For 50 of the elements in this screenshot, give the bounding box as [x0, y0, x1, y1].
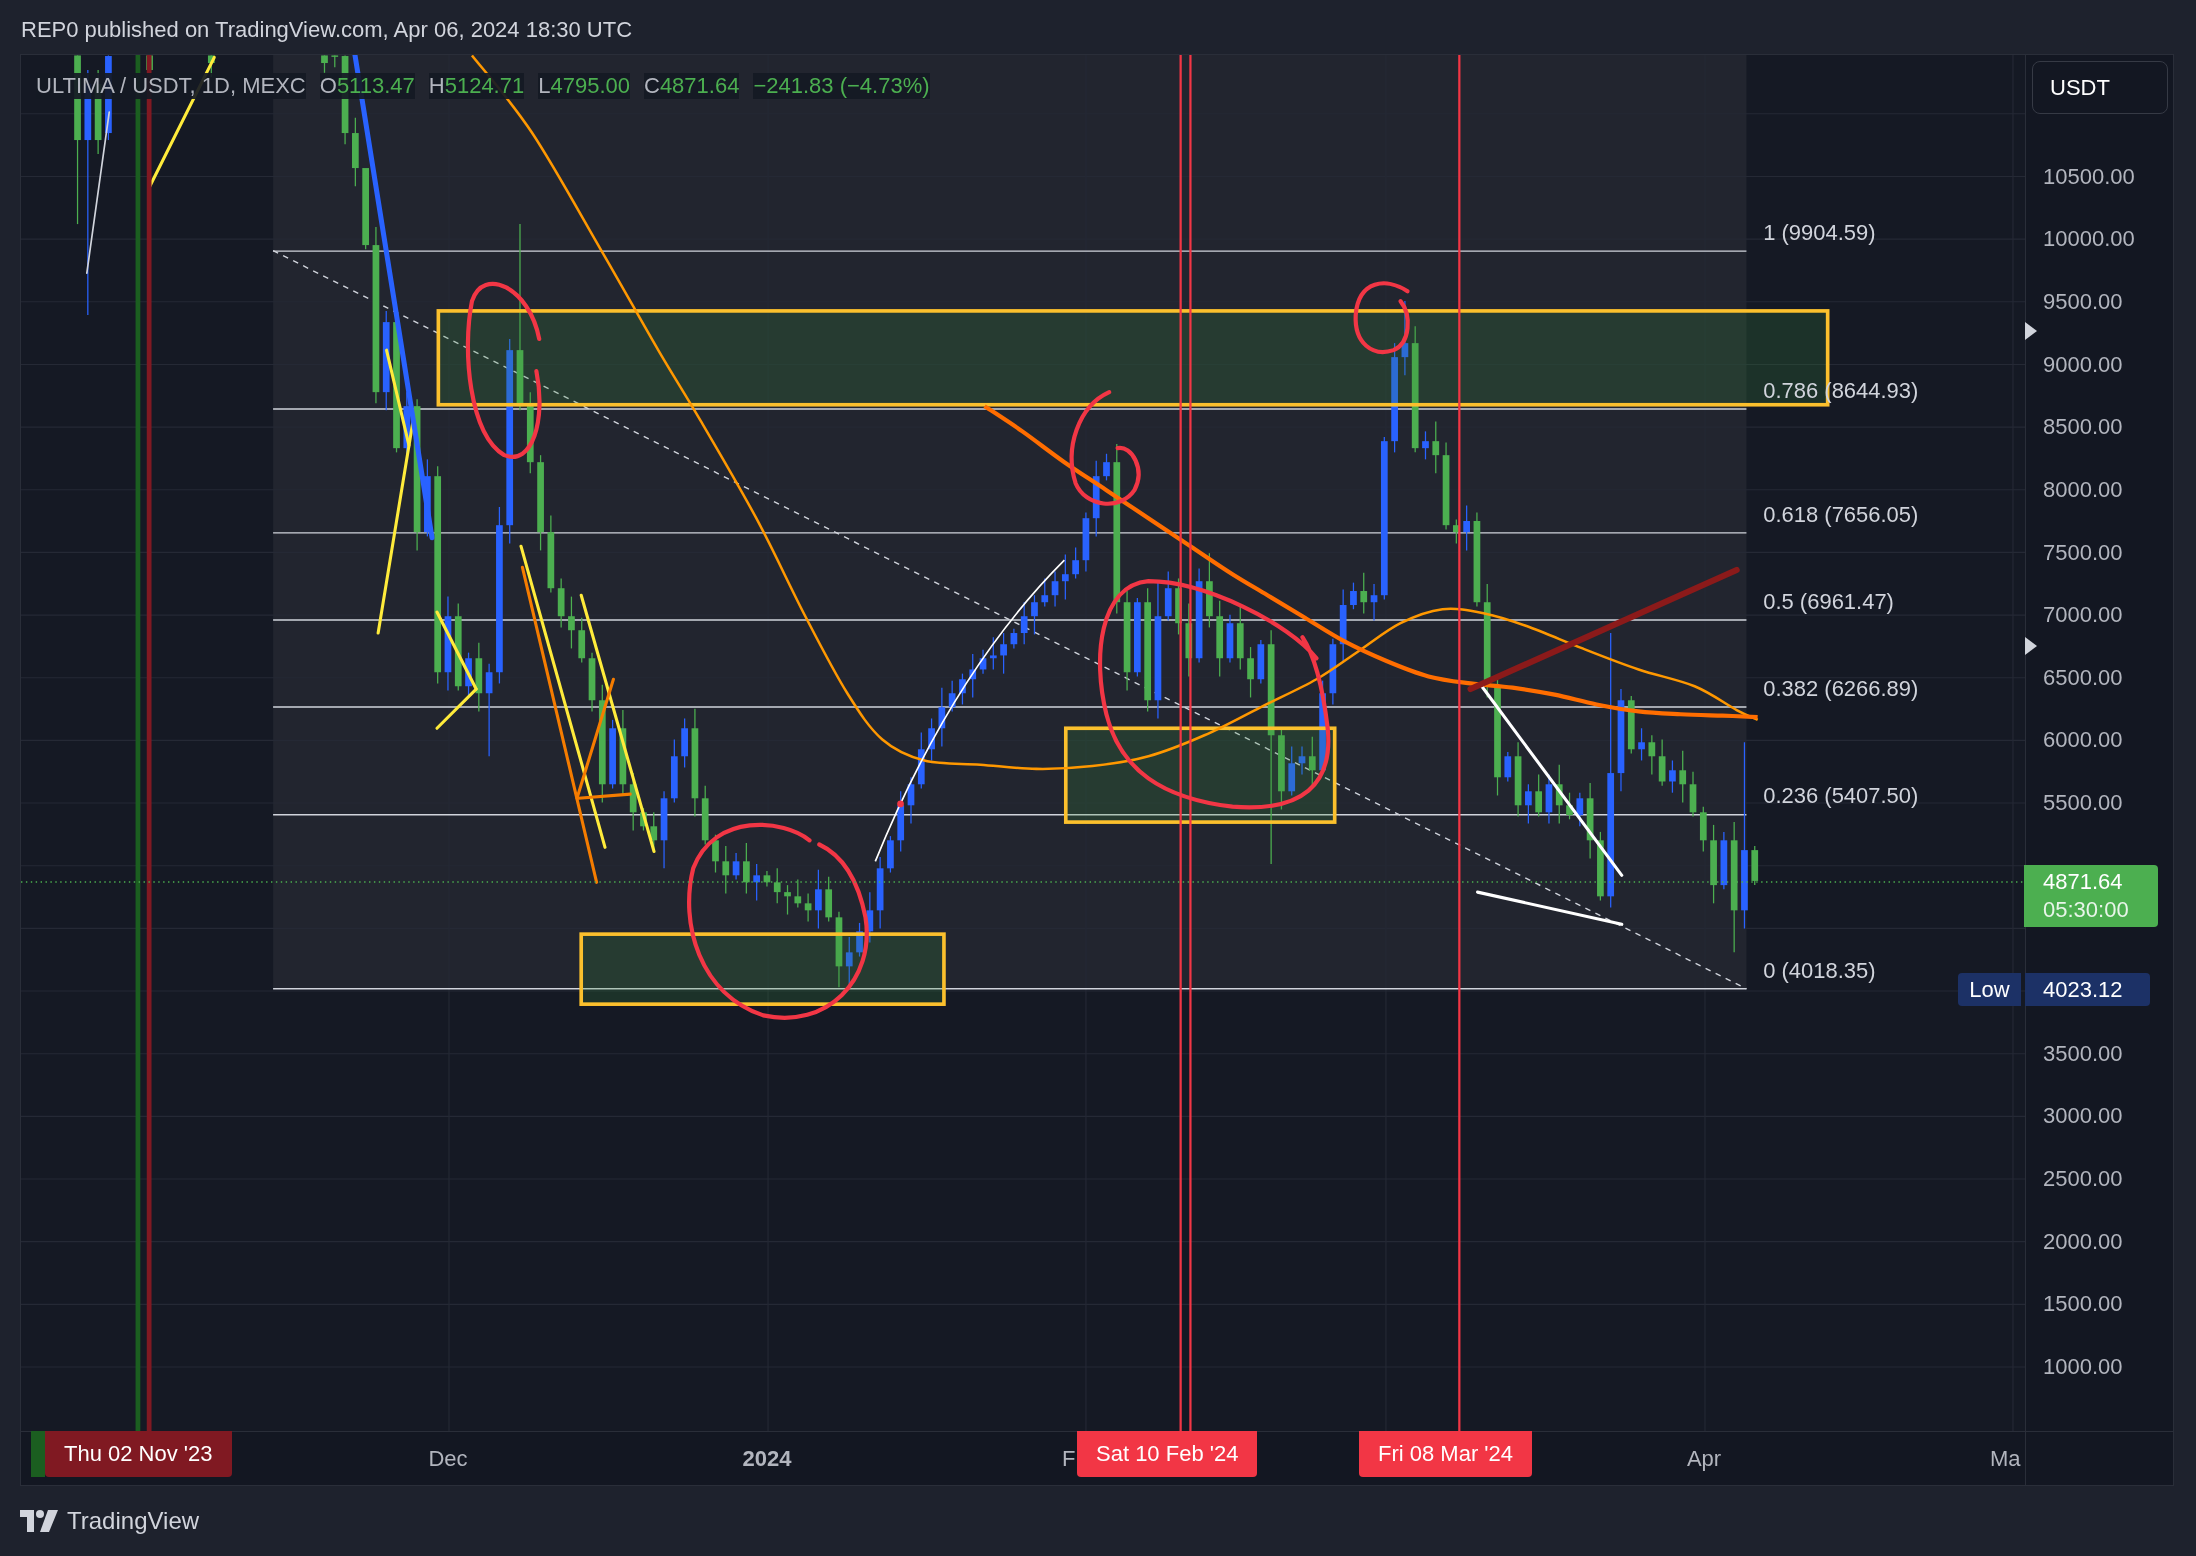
fib-level-label: 1 (9904.59)	[1763, 219, 1876, 245]
price-tick-label: 1000.00	[2043, 1354, 2123, 1380]
price-tick-label: 6500.00	[2043, 664, 2123, 691]
ohlc-label: L	[538, 73, 551, 99]
fib-level-label: 0.236 (5407.50)	[1763, 783, 1919, 809]
triangle-icon	[2025, 637, 2037, 655]
brand-name: TradingView	[67, 1507, 200, 1535]
ohlc-value: 4795.00	[550, 73, 630, 99]
price-tick-label: 7500.00	[2043, 539, 2123, 566]
publication-caption: REP0 published on TradingView.com, Apr 06, 2024 18:30 UTC	[21, 17, 633, 43]
price-value: 4871.64	[2043, 868, 2124, 896]
ohlc-value: 5124.71	[444, 73, 525, 99]
date-marker-badge: Thu 02 Nov '23	[45, 1431, 232, 1477]
price-change: −241.83 (−4.73%)	[753, 73, 930, 99]
fib-level-label: 0.382 (6266.89)	[1763, 675, 1919, 701]
symbol-title: ULTIMA / USDT, 1D, MEXC	[36, 73, 306, 99]
date-tick-label: Apr	[1686, 1446, 1722, 1472]
price-tick-label: 2000.00	[2043, 1228, 2123, 1255]
low-price-badge: 4023.12	[2025, 973, 2150, 1006]
price-tick-label: 3500.00	[2043, 1040, 2123, 1067]
ohlc-value: 5113.47	[336, 73, 415, 99]
price-tick-label: 10500.00	[2043, 163, 2135, 190]
price-tick-label: 9500.00	[2043, 288, 2123, 315]
low-label: Low	[1958, 973, 2021, 1006]
fib-level-label: 0.5 (6961.47)	[1763, 588, 1894, 614]
countdown-timer: 05:30:00	[2043, 896, 2130, 924]
ohlc-value: 4871.64	[659, 73, 740, 99]
date-marker-badge: Sat 10 Feb '24	[1077, 1431, 1258, 1477]
price-tick-label: 6000.00	[2043, 727, 2123, 754]
date-tick-label: F	[1062, 1446, 1076, 1472]
triangle-icon	[2025, 322, 2037, 340]
logo-icon	[20, 1510, 58, 1532]
price-tick-label: 8000.00	[2043, 476, 2123, 503]
price-tick-label: 3000.00	[2043, 1103, 2123, 1130]
price-tick-label: 1500.00	[2043, 1291, 2123, 1318]
fib-level-label: 0.618 (7656.05)	[1763, 501, 1919, 527]
price-tick-label: 2500.00	[2043, 1166, 2123, 1193]
date-tick-label: 2024	[742, 1446, 792, 1472]
price-tick-label: 9000.00	[2043, 351, 2123, 378]
date-tick-label: Dec	[428, 1446, 468, 1472]
date-marker-badge: Fri 08 Mar '24	[1359, 1431, 1533, 1477]
price-tick-label: 7000.00	[2043, 602, 2123, 629]
price-tick-label: 5500.00	[2043, 790, 2123, 817]
fib-level-label: 0 (4018.35)	[1763, 957, 1876, 983]
price-tick-label: 8500.00	[2043, 414, 2123, 441]
date-tick-label: Ma	[1990, 1446, 2021, 1472]
price-tick-label: 10000.00	[2043, 226, 2135, 253]
date-badge-edge	[31, 1431, 45, 1477]
currency-button[interactable]: USDT	[2032, 61, 2168, 114]
dot-icon	[897, 800, 904, 808]
